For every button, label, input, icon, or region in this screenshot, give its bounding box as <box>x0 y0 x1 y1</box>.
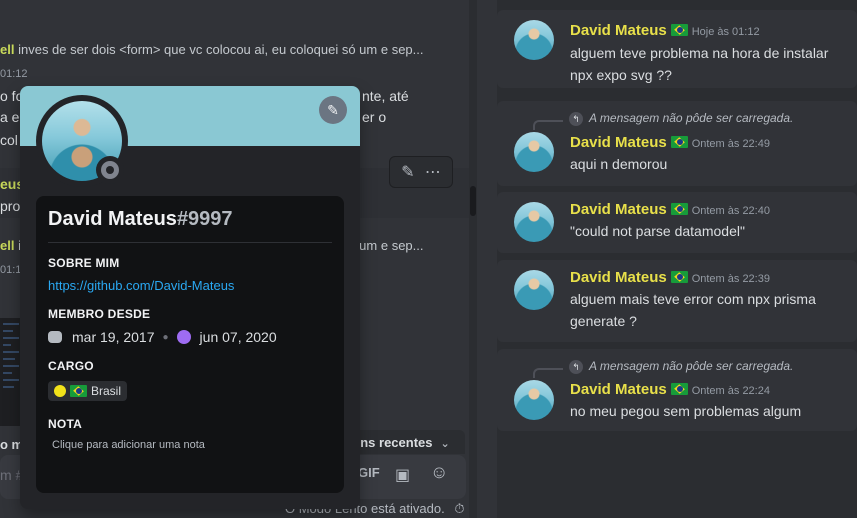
reply-unavailable-text: A mensagem não pôde ser carregada. <box>589 111 794 125</box>
chat-scrollbar[interactable] <box>469 0 477 518</box>
separator-dot: ● <box>162 331 169 343</box>
reply-connector <box>533 368 563 378</box>
reply-unavailable-text: A mensagem não pôde ser carregada. <box>589 359 794 373</box>
edit-pencil-icon[interactable]: ✎ <box>401 162 414 182</box>
role-pill[interactable]: Brasil <box>48 381 128 401</box>
chat-username[interactable]: ell <box>0 42 14 57</box>
recents-toggle[interactable]: ens recentes ⌄ <box>345 430 465 454</box>
message-timestamp: Ontem às 22:24 <box>691 385 770 397</box>
brazil-flag-icon <box>670 203 688 215</box>
member-since-row: mar 19, 2017 ● jun 07, 2020 <box>48 329 332 345</box>
profile-body: David Mateus#9997 SOBRE MIM https://gith… <box>36 196 344 493</box>
author-name[interactable]: David Mateus <box>570 381 667 398</box>
message-card[interactable]: David Mateus Hoje às 01:12 alguem teve pr… <box>497 10 857 88</box>
recents-label: ens recentes <box>353 435 433 450</box>
message-header: David Mateus Hoje às 01:12 <box>570 22 760 39</box>
note-input[interactable]: Clique para adicionar uma nota <box>48 439 332 451</box>
chevron-down-icon: ⌄ <box>440 438 450 450</box>
message-timestamp: Ontem às 22:39 <box>691 273 770 285</box>
avatar[interactable] <box>514 132 554 172</box>
message-card[interactable]: David Mateus Ontem às 22:40 "could not pa… <box>497 192 857 253</box>
pane-divider <box>480 0 497 518</box>
chat-text-fragment: pro <box>0 198 21 214</box>
offline-status-icon <box>101 161 119 179</box>
chat-scrollbar-thumb[interactable] <box>470 186 476 216</box>
roles-heading: CARGO <box>48 359 94 373</box>
server-join-date: jun 07, 2020 <box>199 329 277 345</box>
reply-preview[interactable]: ↰ A mensagem não pôde ser carregada. <box>569 359 793 374</box>
divider <box>48 242 332 243</box>
message-header: David Mateus Ontem às 22:49 <box>570 134 770 151</box>
reply-arrow-icon: ↰ <box>569 112 583 126</box>
message-header: David Mateus Ontem às 22:39 <box>570 269 770 286</box>
code-image-attachment[interactable] <box>0 318 22 426</box>
message-header: David Mateus Ontem às 22:40 <box>570 201 770 218</box>
discriminator-text: #9997 <box>176 208 233 230</box>
chat-reply-preview[interactable]: inves de ser dois <form> que vc colocou … <box>18 42 423 57</box>
discord-logo-icon <box>48 331 62 343</box>
discord-window: ell inves de ser dois <form> que vc colo… <box>0 0 857 518</box>
author-name[interactable]: David Mateus <box>570 269 667 286</box>
message-text: no meu pegou sem problemas algum <box>570 403 802 419</box>
role-color-dot <box>54 385 66 397</box>
chat-timestamp: 01:1 <box>0 264 22 276</box>
message-text: alguem teve problema na hora de instalar… <box>570 45 829 83</box>
note-heading: NOTA <box>48 417 83 431</box>
chat-username[interactable]: ell <box>0 238 14 253</box>
message-text: alguem mais teve error com npx prisma ge… <box>570 291 816 329</box>
sticker-icon[interactable]: ▣ <box>395 465 410 485</box>
profile-username: David Mateus#9997 <box>48 208 332 231</box>
user-profile-popout: ✎ David Mateus#9997 SOBRE MIM https://gi… <box>20 86 360 509</box>
author-name[interactable]: David Mateus <box>570 134 667 151</box>
avatar[interactable] <box>514 202 554 242</box>
avatar[interactable] <box>514 380 554 420</box>
chat-text-fragment: col <box>0 132 18 148</box>
reply-preview[interactable]: ↰ A mensagem não pôde ser carregada. <box>569 111 793 126</box>
avatar[interactable] <box>514 20 554 60</box>
message-card[interactable]: ↰ A mensagem não pôde ser carregada. Davi… <box>497 101 857 186</box>
member-since-heading: MEMBRO DESDE <box>48 307 151 321</box>
brazil-flag-icon <box>670 271 688 283</box>
chat-text-fragment: er o <box>362 109 387 125</box>
about-me-link[interactable]: https://github.com/David-Mateus <box>48 278 332 293</box>
brazil-flag-icon <box>670 383 688 395</box>
about-me-heading: SOBRE MIM <box>48 256 120 270</box>
more-dots-icon[interactable]: ⋯ <box>425 162 441 182</box>
emoji-icon[interactable]: ☺ <box>430 462 448 483</box>
avatar[interactable] <box>514 270 554 310</box>
reply-arrow-icon: ↰ <box>569 360 583 374</box>
message-results-pane: David Mateus Hoje às 01:12 alguem teve pr… <box>497 0 857 518</box>
gif-icon[interactable]: GIF <box>358 465 380 480</box>
username-text: David Mateus <box>48 208 177 230</box>
author-name[interactable]: David Mateus <box>570 22 667 39</box>
server-boost-icon <box>176 330 191 344</box>
message-card[interactable]: David Mateus Ontem às 22:39 alguem mais t… <box>497 260 857 342</box>
brazil-flag-icon <box>70 385 87 397</box>
brazil-flag-icon <box>670 24 688 36</box>
message-timestamp: Ontem às 22:40 <box>691 205 770 217</box>
edit-pencil-icon: ✎ <box>327 102 339 118</box>
timer-icon: ⏱ <box>454 501 465 516</box>
brazil-flag-icon <box>670 136 688 148</box>
message-timestamp: Ontem às 22:49 <box>691 138 770 150</box>
chat-line-1: ell inves de ser dois <form> que vc colo… <box>0 42 424 57</box>
chat-timestamp: 01:12 <box>0 68 28 80</box>
reply-connector <box>533 120 563 130</box>
role-name: Brasil <box>91 384 122 398</box>
message-actions-bar: ✎ ⋯ <box>389 156 453 188</box>
author-name[interactable]: David Mateus <box>570 201 667 218</box>
message-text: "could not parse datamodel" <box>570 223 745 239</box>
chat-text-fragment: nte, até <box>362 88 409 104</box>
message-header: David Mateus Ontem às 22:24 <box>570 381 770 398</box>
message-timestamp: Hoje às 01:12 <box>691 26 760 38</box>
discord-join-date: mar 19, 2017 <box>72 329 155 345</box>
edit-profile-button[interactable]: ✎ <box>319 96 347 124</box>
message-text: aqui n demorou <box>570 156 668 172</box>
message-card[interactable]: ↰ A mensagem não pôde ser carregada. Davi… <box>497 349 857 431</box>
